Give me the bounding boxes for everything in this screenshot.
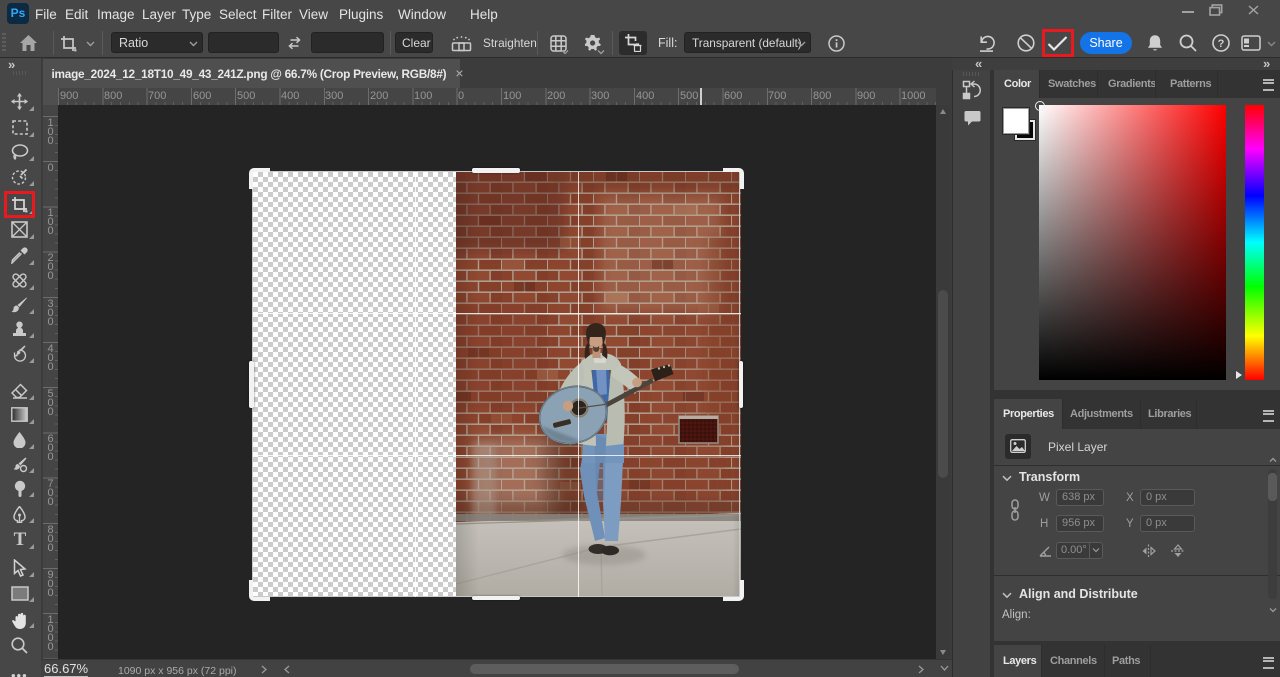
svg-text:?: ? [1218, 38, 1225, 50]
